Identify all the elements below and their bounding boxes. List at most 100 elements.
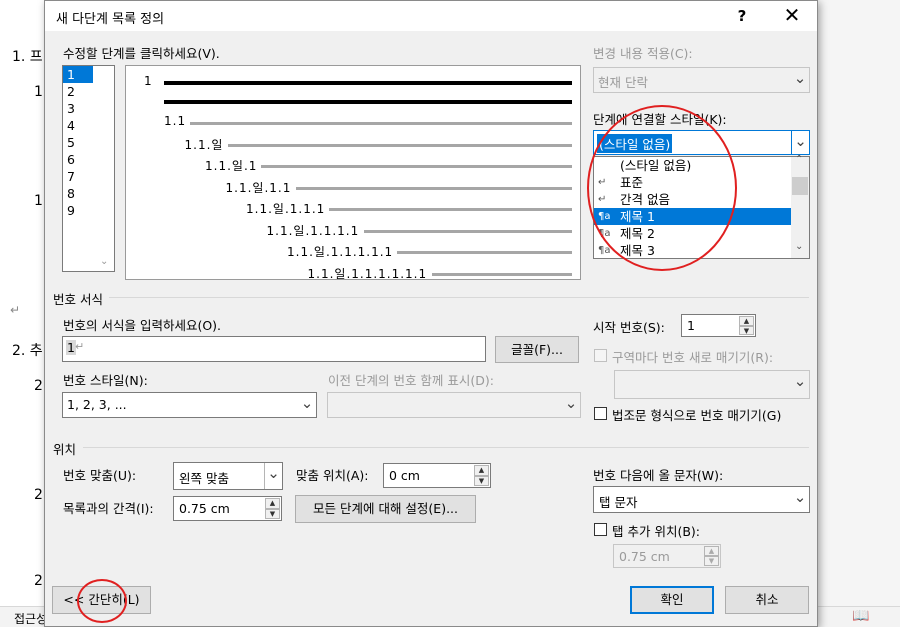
- aligned-at-value: 0 cm: [389, 468, 420, 483]
- legal-style-label: 법조문 형식으로 번호 매기기(G): [612, 408, 782, 423]
- position-group-label: 위치: [53, 442, 77, 457]
- alignment-value: 왼쪽 맞춤: [179, 471, 229, 486]
- preview-text-line: [296, 186, 572, 190]
- preview-level-number: 1.1.일.1.1.1.1: [266, 223, 360, 238]
- read-mode-icon[interactable]: 📖: [852, 608, 869, 624]
- level-item[interactable]: 9: [63, 202, 114, 219]
- apply-to-value: 현재 단락: [598, 75, 648, 90]
- number-style-dropdown[interactable]: 1, 2, 3, ...: [62, 392, 317, 418]
- paragraph-mark-icon: ↵: [75, 340, 85, 353]
- restart-dropdown[interactable]: [614, 370, 810, 399]
- scrollbar-thumb[interactable]: [792, 177, 808, 195]
- preview-level-number: 1.1.일.1.1: [225, 180, 292, 195]
- preview-text-line: [329, 208, 572, 211]
- set-for-all-levels-button[interactable]: 모든 단계에 대해 설정(E)...: [295, 495, 476, 523]
- scroll-up-icon[interactable]: ⌃: [795, 154, 803, 165]
- chevron-down-icon[interactable]: [791, 131, 809, 154]
- level-item[interactable]: 2: [63, 83, 114, 100]
- group-separator: [83, 447, 809, 448]
- level-item[interactable]: 8: [63, 185, 114, 202]
- close-button[interactable]: ✕: [779, 4, 805, 28]
- apply-to-label: 변경 내용 적용(C):: [593, 46, 693, 61]
- level-item[interactable]: 4: [63, 117, 114, 134]
- spin-up-icon: ▲: [704, 546, 719, 556]
- scroll-down-icon[interactable]: ⌄: [100, 256, 108, 267]
- alignment-dropdown[interactable]: 왼쪽 맞춤: [173, 462, 283, 490]
- preview-text-line: [261, 165, 572, 168]
- chevron-down-icon[interactable]: [264, 463, 282, 489]
- spinner-buttons[interactable]: ▲ ▼: [265, 498, 280, 519]
- preview-level-number: 1.1.일.1.1.1.1.1: [287, 245, 394, 259]
- level-item[interactable]: 1: [63, 66, 93, 83]
- level-item[interactable]: 7: [63, 168, 114, 185]
- alignment-label: 번호 맞춤(U):: [63, 468, 137, 483]
- dialog-title: 새 다단계 목록 정의: [56, 12, 165, 27]
- number-format-group-label: 번호 서식: [53, 292, 103, 307]
- number-style-value: 1, 2, 3, ...: [67, 397, 127, 412]
- start-at-label: 시작 번호(S):: [593, 320, 665, 335]
- spinner-buttons[interactable]: ▲ ▼: [704, 546, 719, 566]
- preview-level-number: 1.1.일.1.1.1: [246, 202, 326, 216]
- level-item[interactable]: 6: [63, 151, 114, 168]
- define-multilevel-list-dialog: 새 다단계 목록 정의 ? ✕ 수정할 단계를 클릭하세요(V). 123456…: [44, 0, 818, 627]
- chevron-down-icon[interactable]: [562, 393, 580, 417]
- tab-stop-spinner[interactable]: 0.75 cm ▲ ▼: [613, 544, 721, 568]
- legal-style-checkbox[interactable]: [594, 407, 607, 420]
- include-level-dropdown[interactable]: [327, 392, 581, 418]
- indent-label: 목록과의 간격(I):: [63, 501, 154, 516]
- preview-level-number: 1.1.일: [184, 137, 224, 152]
- preview-level-number: 1.1.일.1: [205, 159, 258, 173]
- spin-down-icon: ▼: [474, 475, 489, 486]
- spinner-buttons[interactable]: ▲ ▼: [474, 465, 489, 486]
- spin-up-icon: ▲: [474, 465, 489, 476]
- ok-button[interactable]: 확인: [630, 586, 714, 614]
- indent-spinner[interactable]: 0.75 cm ▲ ▼: [173, 496, 282, 521]
- group-separator: [109, 297, 809, 298]
- doc-line: 1. 프: [12, 49, 43, 65]
- level-list[interactable]: 123456789 ⌄: [62, 65, 115, 272]
- aligned-at-label: 맞춤 위치(A):: [296, 468, 369, 483]
- document-right-pane: [818, 0, 900, 627]
- aligned-at-spinner[interactable]: 0 cm ▲ ▼: [383, 463, 491, 488]
- spin-down-icon: ▼: [265, 508, 280, 519]
- spin-up-icon: ▲: [739, 316, 754, 326]
- cancel-button[interactable]: 취소: [725, 586, 809, 614]
- preview-level-number: 1.1.일.1.1.1.1.1.1: [307, 266, 428, 281]
- scroll-down-icon[interactable]: ⌄: [795, 241, 803, 252]
- preview-text-line: [228, 143, 572, 147]
- start-at-spinner[interactable]: 1 ▲ ▼: [681, 314, 756, 337]
- level-item[interactable]: 3: [63, 100, 114, 117]
- chevron-down-icon[interactable]: [791, 68, 809, 92]
- help-button[interactable]: ?: [731, 4, 753, 28]
- spin-down-icon: ▼: [739, 325, 754, 335]
- number-format-label: 번호의 서식을 입력하세요(O).: [63, 318, 222, 333]
- start-at-value: 1: [687, 318, 695, 333]
- chevron-down-icon[interactable]: [791, 487, 809, 512]
- chevron-down-icon[interactable]: [298, 393, 316, 417]
- spin-down-icon: ▼: [704, 556, 719, 566]
- font-button[interactable]: 글꼴(F)...: [495, 336, 579, 363]
- preview-level-number: 1: [144, 74, 153, 88]
- preview-text-line: [190, 122, 572, 125]
- follow-number-label: 번호 다음에 올 문자(W):: [593, 468, 724, 483]
- restart-checkbox[interactable]: [594, 349, 607, 362]
- number-format-input[interactable]: 1 ↵: [62, 336, 486, 362]
- preview-line-level-1: [164, 81, 572, 85]
- level-item[interactable]: 5: [63, 134, 114, 151]
- tab-stop-checkbox[interactable]: [594, 523, 607, 536]
- spinner-buttons[interactable]: ▲ ▼: [739, 316, 754, 335]
- style-list-scrollbar[interactable]: ⌃ ⌄: [791, 154, 809, 258]
- tab-stop-label: 탭 추가 위치(B):: [612, 524, 700, 539]
- apply-to-dropdown[interactable]: 현재 단락: [593, 67, 810, 93]
- follow-number-dropdown[interactable]: 탭 문자: [593, 486, 810, 513]
- preview-level-number: 1.1: [164, 114, 187, 128]
- follow-number-value: 탭 문자: [599, 495, 638, 510]
- preview-text-line: [432, 272, 572, 276]
- paragraph-mark: ↵: [10, 303, 21, 317]
- restart-label: 구역마다 번호 새로 매기기(R):: [612, 350, 774, 365]
- chevron-down-icon[interactable]: [791, 371, 809, 398]
- tab-stop-value: 0.75 cm: [619, 549, 670, 564]
- spin-up-icon: ▲: [265, 498, 280, 509]
- preview-text-line: [364, 229, 572, 233]
- preview-text-line: [397, 251, 572, 254]
